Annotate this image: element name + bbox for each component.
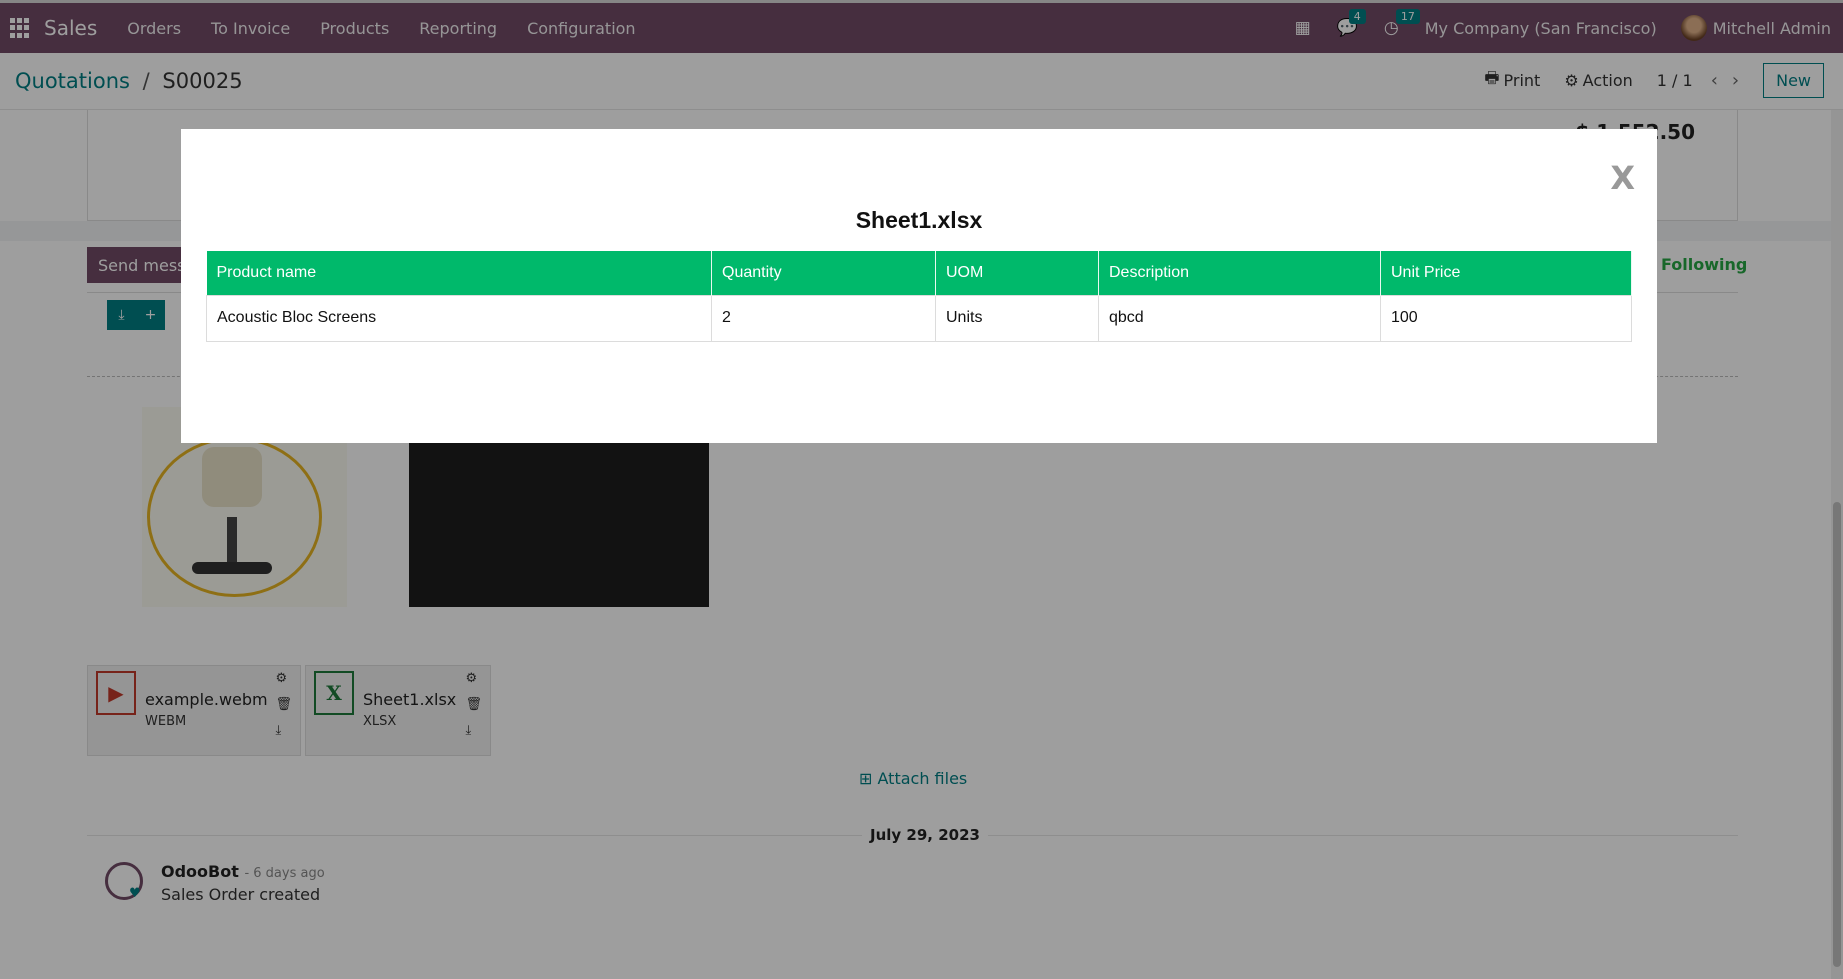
- column-header: Unit Price: [1380, 251, 1632, 295]
- modal-title: Sheet1.xlsx: [855, 207, 983, 233]
- table-header-row: Product name Quantity UOM Description Un…: [206, 251, 1632, 295]
- spreadsheet-table: Product name Quantity UOM Description Un…: [206, 251, 1632, 342]
- column-header: UOM: [935, 251, 1099, 295]
- close-button[interactable]: X: [1610, 159, 1635, 197]
- column-header: Description: [1098, 251, 1381, 295]
- table-cell: 100: [1380, 294, 1632, 342]
- table-cell: 2: [711, 294, 936, 342]
- table-row: Acoustic Bloc Screens 2 Units qbcd 100: [206, 294, 1632, 342]
- column-header: Quantity: [711, 251, 936, 295]
- table-cell: Acoustic Bloc Screens: [206, 294, 712, 342]
- table-cell: Units: [935, 294, 1099, 342]
- table-cell: qbcd: [1098, 294, 1381, 342]
- spreadsheet-preview-modal: X Sheet1.xlsx Product name Quantity UOM …: [181, 129, 1657, 443]
- column-header: Product name: [206, 251, 712, 295]
